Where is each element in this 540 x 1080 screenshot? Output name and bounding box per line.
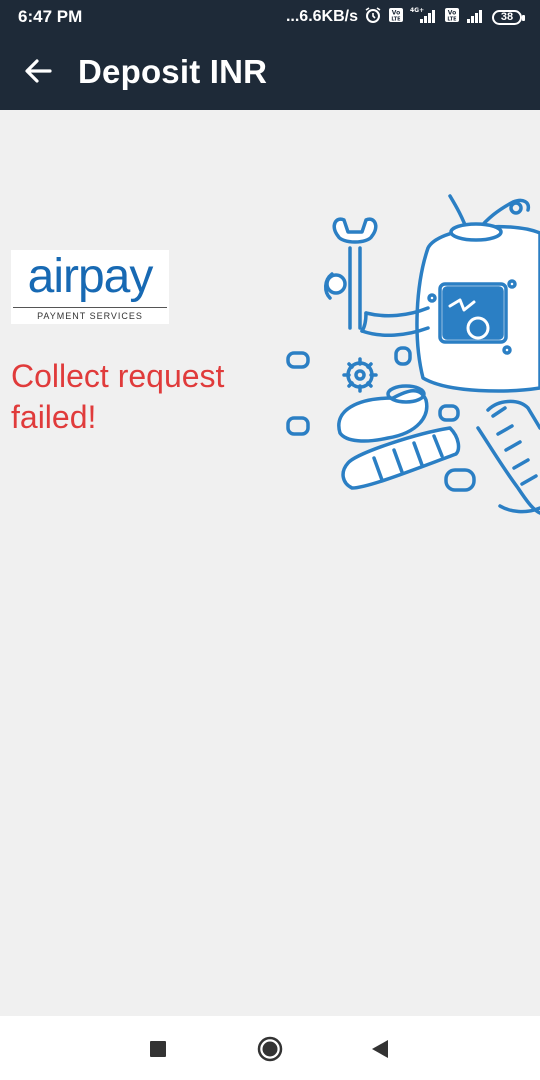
signal-4g-icon: 4G+ [410,6,438,29]
volte-icon: Vo LTE [444,7,460,28]
battery-icon: 38 [492,9,525,25]
arrow-back-icon [25,59,52,83]
page-title: Deposit INR [78,53,268,90]
logo-wordmark: airpay [27,250,154,303]
network-speed: ...6.6KB/s [285,8,358,25]
svg-text:LTE: LTE [447,16,457,22]
status-time: 6:47 PM [18,7,83,26]
back-button[interactable] [14,47,62,95]
logo-divider [13,307,167,308]
logo-tagline: PAYMENT SERVICES [37,311,143,321]
svg-text:Vo: Vo [448,9,456,16]
svg-text:Vo: Vo [392,9,400,16]
error-message: Collect request failed! [11,358,225,435]
svg-text:4G+: 4G+ [410,7,424,14]
home-circle-icon [257,1036,283,1062]
signal-icon [466,6,486,29]
app-bar: Deposit INR [0,33,540,110]
status-icons: ...6.6KB/s Vo LTE 4G+ Vo LTE 38 [285,6,525,29]
back-nav-button[interactable] [365,1034,395,1064]
broken-robot-illustration [278,188,540,520]
navigation-bar [0,1016,540,1080]
svg-text:LTE: LTE [391,16,401,22]
home-button[interactable] [255,1034,285,1064]
alarm-icon [364,6,382,29]
status-bar: 6:47 PM ...6.6KB/s Vo LTE 4G+ Vo LTE 38 [0,0,540,33]
back-triangle-icon [372,1040,388,1058]
volte-icon: Vo LTE [388,7,404,28]
recents-square-icon [150,1041,166,1057]
recents-button[interactable] [143,1034,173,1064]
airpay-logo: airpay PAYMENT SERVICES [11,250,169,324]
